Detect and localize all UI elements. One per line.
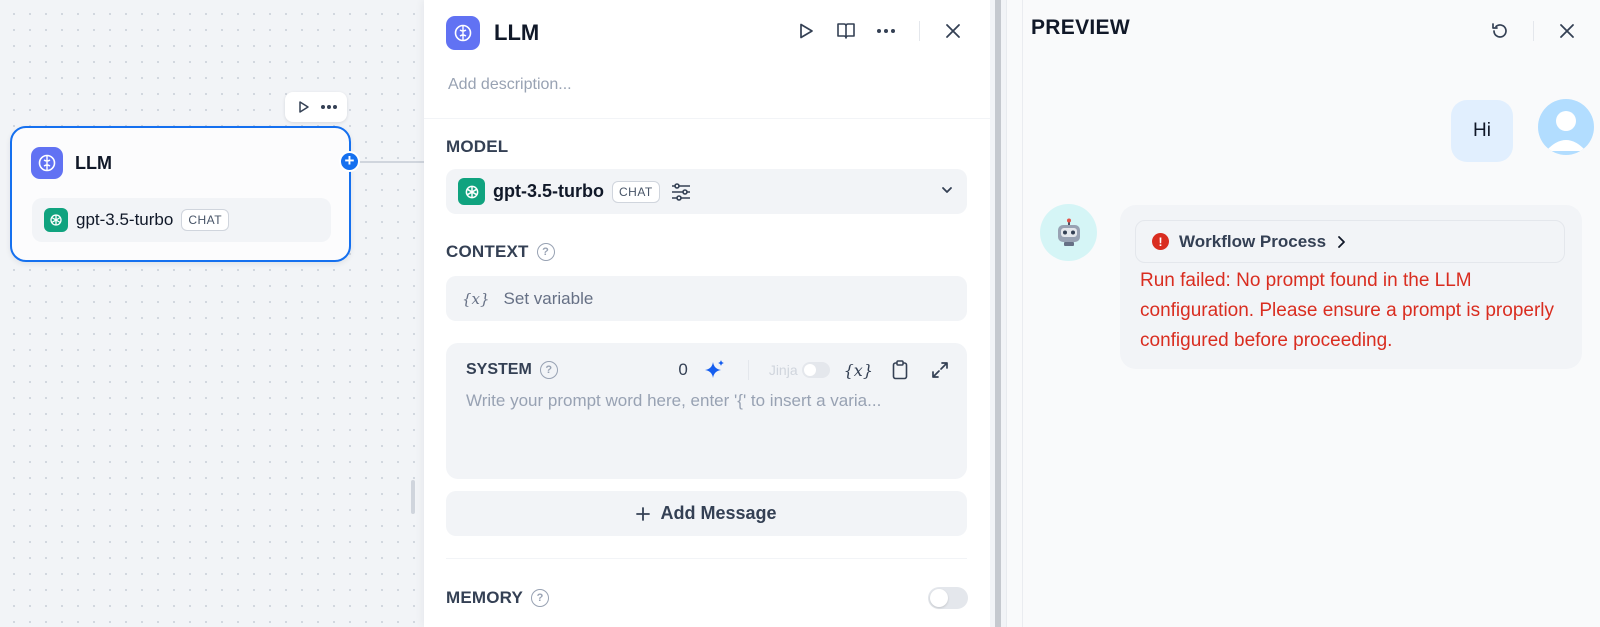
model-name: gpt-3.5-turbo	[493, 181, 604, 201]
jinja-label: Jinja	[768, 362, 798, 378]
help-icon[interactable]: ?	[531, 589, 550, 607]
refresh-icon	[1492, 23, 1507, 38]
model-label-text: MODEL	[446, 137, 509, 156]
help-icon[interactable]: ?	[536, 243, 555, 261]
tools-divider	[747, 360, 749, 380]
book-icon	[837, 23, 855, 39]
add-message-label: Add Message	[660, 503, 777, 523]
openai-icon	[44, 208, 68, 232]
restart-button[interactable]	[1487, 18, 1513, 44]
jinja-switch[interactable]	[801, 362, 830, 378]
model-params-button[interactable]	[668, 179, 694, 205]
variable-icon: {x}	[462, 289, 490, 308]
toolbar-divider	[919, 21, 920, 41]
node-model-badge: CHAT	[181, 209, 230, 231]
system-label: SYSTEM ?	[466, 361, 558, 379]
chevron-down-icon[interactable]	[939, 182, 955, 203]
bot-avatar	[1040, 204, 1097, 261]
node-toolbar	[285, 92, 347, 122]
system-label-text: SYSTEM	[466, 361, 532, 378]
clipboard-icon	[892, 360, 908, 380]
sparkle-icon	[704, 360, 724, 378]
preview-title: PREVIEW	[1031, 16, 1130, 39]
node-model-name: gpt-3.5-turbo	[76, 210, 174, 229]
panel-actions	[793, 18, 966, 44]
help-icon[interactable]: ?	[539, 361, 558, 379]
expand-icon	[932, 362, 948, 378]
robot-icon	[1057, 218, 1080, 246]
memory-section-label: MEMORY ?	[446, 588, 550, 608]
system-prompt-tools: 0 Jinja {x}	[678, 357, 953, 383]
user-message-text: Hi	[1473, 120, 1491, 141]
user-avatar	[1538, 99, 1594, 155]
docs-button[interactable]	[833, 18, 859, 44]
prompt-generator-button[interactable]	[702, 357, 728, 383]
description-input[interactable]: Add description...	[448, 76, 572, 94]
memory-toggle[interactable]	[928, 587, 968, 609]
workflow-canvas[interactable]: LLM gpt-3.5-turbo CHAT +	[0, 0, 424, 627]
node-header: LLM	[31, 147, 112, 179]
model-selector[interactable]: gpt-3.5-turbo CHAT	[446, 169, 967, 214]
context-variable-input[interactable]: {x} Set variable	[446, 276, 967, 321]
more-icon[interactable]	[316, 94, 341, 120]
node-title: LLM	[75, 152, 112, 173]
play-icon	[800, 23, 813, 39]
node-model-chip: gpt-3.5-turbo CHAT	[32, 198, 331, 242]
chevron-right-icon	[1338, 235, 1345, 248]
run-button[interactable]	[793, 18, 819, 44]
sliders-icon	[671, 182, 690, 201]
bot-message: ! Workflow Process Run failed: No prompt…	[1120, 205, 1582, 369]
context-label-text: CONTEXT	[446, 242, 529, 261]
preview-divider	[1533, 21, 1534, 41]
close-panel-button[interactable]	[940, 18, 966, 44]
error-message: Run failed: No prompt found in the LLM c…	[1140, 270, 1555, 351]
panel-header: LLM	[446, 16, 539, 50]
user-icon	[1546, 111, 1586, 151]
llm-node[interactable]: LLM gpt-3.5-turbo CHAT	[10, 126, 351, 262]
close-icon	[946, 24, 960, 38]
panel-divider[interactable]	[990, 0, 1006, 627]
brain-icon	[31, 147, 63, 179]
more-button[interactable]	[873, 18, 899, 44]
workflow-process-label: Workflow Process	[1179, 231, 1327, 251]
panel-resize-handle[interactable]	[411, 480, 415, 514]
memory-label-text: MEMORY	[446, 588, 524, 607]
close-preview-button[interactable]	[1554, 18, 1580, 44]
brain-icon	[446, 16, 480, 50]
system-prompt-editor: SYSTEM ? 0 Jinja {x} Write your prompt w…	[446, 343, 967, 479]
close-icon	[1560, 24, 1574, 38]
openai-icon	[458, 178, 485, 205]
model-section-label: MODEL	[446, 137, 508, 157]
panel-title[interactable]: LLM	[494, 20, 539, 46]
context-placeholder: Set variable	[503, 288, 594, 308]
context-section-label: CONTEXT ?	[446, 242, 555, 262]
header-divider	[424, 118, 990, 119]
play-icon[interactable]	[291, 94, 316, 120]
expand-button[interactable]	[927, 357, 953, 383]
add-message-button[interactable]: Add Message	[446, 491, 967, 536]
plus-icon	[636, 506, 651, 521]
divider-line	[995, 0, 1001, 627]
token-count: 0	[678, 360, 688, 379]
jinja-toggle[interactable]: Jinja	[769, 362, 830, 378]
more-icon	[877, 29, 895, 33]
workflow-process-toggle[interactable]: ! Workflow Process	[1135, 220, 1565, 263]
system-prompt-input[interactable]: Write your prompt word here, enter '{' t…	[466, 391, 881, 411]
preview-actions	[1487, 18, 1580, 44]
model-mode-badge: CHAT	[611, 180, 660, 203]
node-settings-panel: LLM Add description... MODEL gpt-3.5-tur…	[424, 0, 990, 627]
copy-button[interactable]	[887, 357, 913, 383]
error-icon: !	[1152, 233, 1169, 250]
insert-variable-button[interactable]: {x}	[844, 357, 873, 383]
user-message: Hi	[1451, 100, 1513, 162]
section-divider	[446, 558, 967, 559]
add-node-button[interactable]: +	[339, 151, 360, 172]
system-prompt-header: SYSTEM ? 0 Jinja {x}	[466, 357, 953, 383]
